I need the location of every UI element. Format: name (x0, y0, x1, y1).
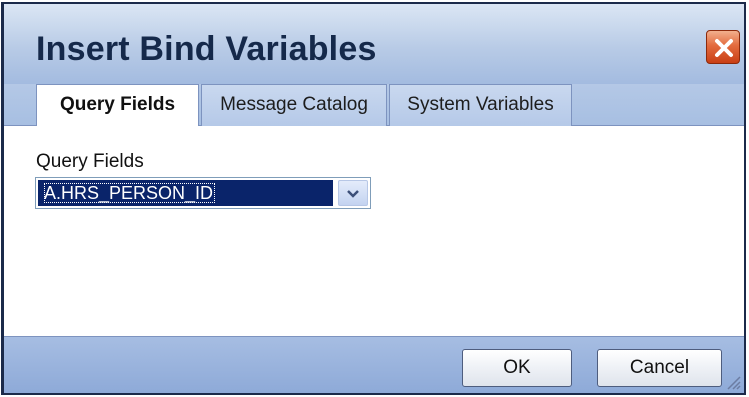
query-fields-select[interactable]: A.HRS_PERSON_ID (35, 177, 371, 209)
close-icon (715, 39, 733, 57)
query-fields-label: Query Fields (36, 151, 144, 172)
tab-system-variables[interactable]: System Variables (389, 84, 572, 126)
button-bar: OK Cancel (4, 336, 744, 393)
dialog-title: Insert Bind Variables (36, 30, 377, 68)
tab-message-catalog[interactable]: Message Catalog (201, 84, 387, 126)
resize-grip-icon[interactable] (722, 371, 742, 391)
selected-value-text: A.HRS_PERSON_ID (44, 183, 216, 203)
dropdown-button[interactable] (338, 180, 368, 206)
tab-panel-query-fields: Query Fields A.HRS_PERSON_ID (4, 126, 744, 336)
query-fields-selected-value: A.HRS_PERSON_ID (38, 180, 333, 206)
chevron-down-icon (347, 190, 359, 198)
close-button[interactable] (706, 30, 740, 64)
insert-bind-variables-dialog: Insert Bind Variables Query Fields Messa… (1, 2, 746, 395)
tab-bar: Query Fields Message Catalog System Vari… (4, 84, 744, 127)
tab-query-fields[interactable]: Query Fields (36, 84, 199, 127)
cancel-button[interactable]: Cancel (597, 349, 722, 387)
title-bar[interactable]: Insert Bind Variables (4, 4, 744, 84)
ok-button[interactable]: OK (462, 349, 572, 387)
